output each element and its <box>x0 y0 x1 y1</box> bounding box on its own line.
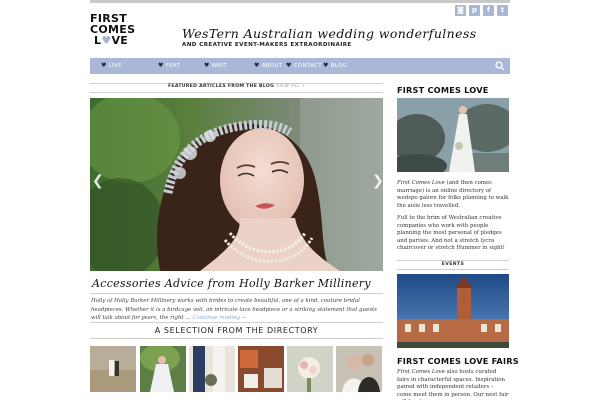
heart-icon: ♥ <box>286 62 292 69</box>
heart-icon: ♥ <box>254 62 260 69</box>
directory-thumb[interactable] <box>189 346 235 392</box>
events-label: EVENTS <box>441 262 465 267</box>
heart-icon: ♥ <box>101 34 112 47</box>
carousel-prev-icon[interactable]: ❮ <box>92 173 104 189</box>
sidebar-about-text: First Comes Love (and then comes marriag… <box>397 180 509 210</box>
nav-item-writ[interactable]: ♥ WRIT <box>204 62 227 69</box>
divider <box>90 92 383 93</box>
pinterest-icon[interactable]: p <box>469 5 480 16</box>
top-border <box>90 0 510 3</box>
featured-label-text: FEATURED ARTICLES FROM THE BLOG <box>167 84 275 89</box>
nav-label: ABOUT <box>261 63 283 69</box>
site-subtagline: AND CREATIVE EVENT-MAKERS EXTRAORDINAIRE <box>182 42 352 48</box>
nav-item-feat[interactable]: ♥ FEAT <box>158 62 180 69</box>
sidebar-about-image[interactable] <box>397 98 509 172</box>
site-logo[interactable]: FIRST COMES L♥VE <box>90 13 140 46</box>
divider <box>90 293 383 294</box>
nav-item-blog[interactable]: ♥ BLOG <box>323 62 347 69</box>
search-icon[interactable] <box>495 61 505 71</box>
nav-item-contact[interactable]: ♥ CONTACT <box>286 62 322 69</box>
site-tagline: WesTern Australian wedding wonderfulness <box>182 26 477 41</box>
sidebar-heading-fairs: FIRST COMES LOVE FAIRS <box>397 356 519 366</box>
view-all-link[interactable]: VIEW ALL » <box>276 84 305 89</box>
sidebar-about-text-2: Full to the brim of Westralian creative … <box>397 215 505 252</box>
brand-name: First Comes Love <box>397 180 445 186</box>
nav-label: LIVE <box>108 63 122 69</box>
nav-label: BLOG <box>330 63 348 69</box>
twitter-icon[interactable]: t <box>497 5 508 16</box>
nav-item-about[interactable]: ♥ ABOUT <box>254 62 282 69</box>
directory-thumb[interactable] <box>336 346 382 392</box>
directory-title: A SELECTION FROM THE DIRECTORY <box>154 326 319 335</box>
heart-icon: ♥ <box>101 62 107 69</box>
directory-thumb[interactable] <box>140 346 186 392</box>
carousel-next-icon[interactable]: ❯ <box>372 173 384 189</box>
divider <box>90 322 383 323</box>
directory-thumb[interactable] <box>90 346 136 392</box>
instagram-icon[interactable]: ◙ <box>455 5 466 16</box>
heart-icon: ♥ <box>158 62 164 69</box>
logo-line-3: L♥VE <box>90 35 140 46</box>
main-nav: ♥ LIVE ♥ FEAT ♥ WRIT ♥ ABOUT ♥ CONTACT ♥ BLOG <box>90 58 510 74</box>
divider <box>397 260 509 261</box>
heart-icon: ♥ <box>204 62 210 69</box>
nav-item-live[interactable]: ♥ LIVE <box>101 62 122 69</box>
directory-thumb[interactable] <box>238 346 284 392</box>
heart-icon: ♥ <box>323 62 329 69</box>
divider <box>397 269 509 270</box>
facebook-icon[interactable]: f <box>483 5 494 16</box>
logo-letters-ve: VE <box>111 34 129 47</box>
post-title[interactable]: Accessories Advice from Holly Barker Mil… <box>92 277 371 290</box>
featured-label: FEATURED ARTICLES FROM THE BLOG VIEW ALL… <box>90 84 383 89</box>
featured-hero-image[interactable] <box>90 98 383 271</box>
nav-label: CONTACT <box>293 63 322 69</box>
sidebar-heading-about: FIRST COMES LOVE <box>397 85 489 95</box>
brand-name: First Comes Love <box>397 369 445 375</box>
directory-thumb[interactable] <box>287 346 333 392</box>
divider <box>90 338 383 339</box>
nav-label: WRIT <box>211 63 228 69</box>
sidebar-events-image[interactable] <box>397 274 509 348</box>
sidebar-fairs-text: First Comes Love also hosts curated fair… <box>397 369 509 400</box>
nav-label: FEAT <box>165 63 181 69</box>
continue-reading-link[interactable]: Continue reading → <box>192 315 246 321</box>
post-excerpt: Holly of Holly Barker Millinery works wi… <box>91 297 383 323</box>
